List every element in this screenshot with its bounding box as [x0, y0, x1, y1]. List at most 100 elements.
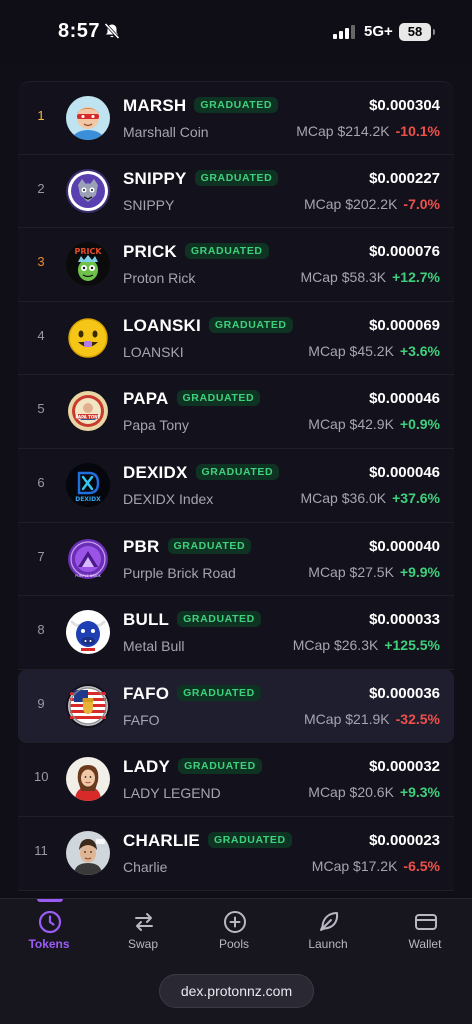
token-change: -10.1% [395, 123, 440, 139]
token-change: -6.5% [403, 857, 440, 874]
token-rank: 8 [37, 622, 45, 638]
mcap-label: MCap [304, 710, 342, 727]
token-symbol: PBR [123, 536, 160, 556]
token-rank: 10 [34, 769, 49, 785]
token-symbol-line: PRICK GRADUATED [123, 242, 269, 262]
token-rank: 11 [34, 842, 48, 858]
token-mcap-line: MCap $20.6K +9.3% [308, 784, 440, 800]
mcap-label: MCap [300, 269, 338, 286]
token-symbol-line: PBR GRADUATED [123, 536, 252, 557]
token-price: $0.000040 [369, 537, 440, 555]
token-price: $0.000076 [369, 243, 440, 261]
token-avatar [66, 96, 110, 140]
token-row-loanski[interactable]: 4 LOANSKI GRADUATED LOANSKI $0.000069 MCap $4… [18, 301, 454, 376]
token-mcap: $45.2K [349, 342, 394, 359]
token-avatar [66, 683, 110, 728]
token-symbol: PRICK [123, 242, 177, 262]
mcap-label: MCap [308, 342, 346, 359]
token-avatar: PRICK [66, 242, 110, 287]
token-symbol: LADY [123, 757, 171, 777]
token-avatar: PURPLE BRICK [66, 536, 110, 581]
token-symbol-line: CHARLIE GRADUATED [123, 831, 292, 851]
mcap-label: MCap [311, 857, 350, 874]
clock-icon [38, 910, 62, 934]
token-change: +3.6% [399, 342, 440, 359]
token-row-bull[interactable]: 8 BULL GRADUATED Metal Bull $0.000033 MCap $2… [18, 596, 454, 670]
mcap-label: MCap [292, 637, 331, 654]
token-list: 1 MARSH GRADUATED Marshall Coin $0.000304 MCa… [18, 81, 454, 891]
token-row-lady[interactable]: 10 LADY GRADUATED LADY LEGEND $0.000032 MCap … [18, 743, 454, 817]
token-row-papa[interactable]: 5 PAPA TONY PAPA GRADUATED Papa Tony $0.00004… [18, 375, 454, 449]
token-symbol-line: LOANSKI GRADUATED [123, 316, 293, 336]
graduated-badge: GRADUATED [177, 684, 261, 701]
token-row-snippy[interactable]: 2 SNIPPY GRADUATED SNIPPY $0.000227 MCap $202… [18, 154, 454, 229]
token-avatar: DEXIDX [66, 462, 110, 507]
bell-muted-icon [104, 22, 120, 40]
token-mcap-line: MCap $58.3K +12.7% [301, 269, 441, 285]
token-change: +9.3% [399, 784, 440, 801]
token-avatar [66, 610, 110, 655]
swap-arrows-icon [135, 913, 153, 931]
svg-text:DEXIDX: DEXIDX [75, 496, 101, 503]
token-change: +0.9% [399, 416, 440, 433]
token-mcap: $36.0K [341, 489, 387, 506]
token-name: Charlie [123, 858, 168, 875]
token-price: $0.000023 [369, 831, 440, 849]
token-row-prick[interactable]: 3 PRICK PRICK GRADUATED Proton Rick $0.000076… [18, 228, 454, 302]
token-change: +37.6% [392, 489, 440, 506]
token-price: $0.000036 [369, 684, 440, 702]
tab-label: Wallet [408, 937, 442, 951]
token-row-fafo[interactable]: 9 FAFO GRADUATED FAFO $0.000036 MCap $21.9K -3… [18, 669, 454, 744]
token-avatar: PAPA TONY [66, 389, 110, 434]
token-symbol: LOANSKI [123, 315, 201, 335]
token-price: $0.000046 [369, 463, 440, 481]
token-row-pbr[interactable]: 7 PURPLE BRICK PBR GRADUATED Purple Brick Ro… [18, 522, 454, 597]
browser-url-bar[interactable]: dex.protonnz.com [159, 974, 314, 1008]
token-mcap: $214.2K [337, 123, 390, 139]
token-symbol-line: MARSH GRADUATED [123, 96, 279, 116]
graduated-badge: GRADUATED [184, 243, 269, 260]
status-time: 8:57 [58, 20, 101, 42]
token-symbol: DEXIDX [123, 462, 188, 482]
token-mcap: $26.3K [333, 637, 379, 654]
token-mcap: $42.9K [349, 416, 394, 433]
token-change: +12.7% [392, 269, 440, 286]
token-mcap-line: MCap $42.9K +0.9% [308, 416, 440, 432]
token-symbol-line: DEXIDX GRADUATED [123, 462, 280, 483]
token-change: -32.5% [395, 710, 440, 727]
token-name: Marshall Coin [123, 124, 209, 140]
token-mcap: $21.9K [345, 710, 390, 727]
mcap-label: MCap [308, 784, 346, 801]
token-mcap-line: MCap $27.5K +9.9% [308, 564, 440, 580]
token-symbol: PAPA [123, 389, 169, 409]
token-row-charlie[interactable]: 11 CHARLIE GRADUATED Charlie $0.000023 MCap $… [18, 816, 454, 891]
token-mcap-line: MCap $214.2K -10.1% [296, 123, 440, 139]
token-price: $0.000032 [369, 758, 440, 776]
token-row-dexidx[interactable]: 6 DEXIDX DEXIDX GRADUATED DEXIDX Index $0.000… [18, 448, 454, 523]
token-avatar [66, 830, 110, 875]
graduated-badge: GRADUATED [194, 169, 279, 186]
token-symbol: FAFO [123, 683, 170, 703]
token-symbol: MARSH [123, 96, 187, 115]
graduated-badge: GRADUATED [167, 537, 252, 554]
token-mcap: $20.6K [349, 784, 394, 801]
token-name: FAFO [123, 711, 160, 728]
token-name: SNIPPY [123, 196, 175, 213]
tab-label: Launch [308, 937, 348, 951]
token-rank: 9 [37, 695, 45, 711]
network-type: 5G+ [364, 23, 393, 40]
token-mcap-line: MCap $202.2K -7.0% [304, 196, 440, 212]
token-rank: 6 [37, 474, 45, 490]
wallet-card-icon [415, 914, 437, 930]
token-name: DEXIDX Index [123, 490, 214, 507]
token-mcap-line: MCap $26.3K +125.5% [293, 637, 440, 653]
token-row-marsh[interactable]: 1 MARSH GRADUATED Marshall Coin $0.000304 MCa… [18, 81, 454, 155]
token-symbol: BULL [123, 610, 170, 630]
svg-text:PRICK: PRICK [74, 247, 102, 256]
token-rank: 4 [37, 327, 45, 343]
graduated-badge: GRADUATED [195, 463, 280, 480]
token-name: LOANSKI [123, 343, 184, 360]
mcap-label: MCap [308, 563, 346, 580]
token-list-container[interactable]: 1 MARSH GRADUATED Marshall Coin $0.000304 MCa… [0, 64, 472, 898]
token-rank: 3 [37, 254, 45, 270]
